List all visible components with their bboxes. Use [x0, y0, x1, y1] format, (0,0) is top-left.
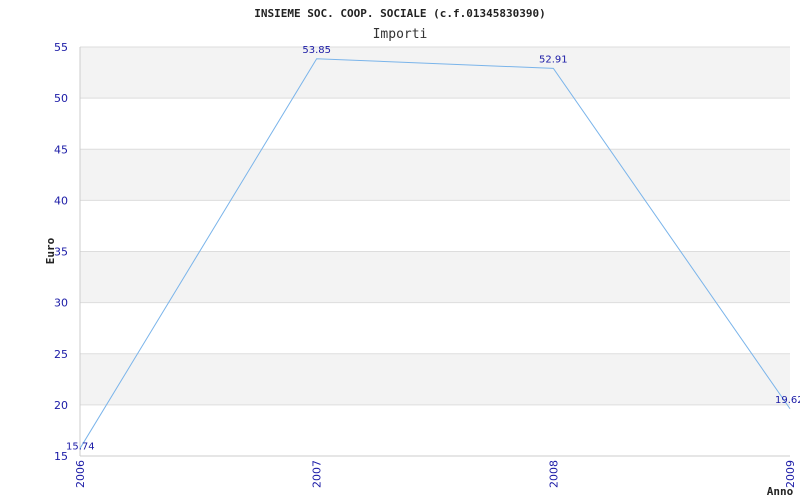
background-band	[80, 200, 790, 252]
x-tick-labels: 2006 2007 2008 2009	[74, 460, 797, 488]
chart-title: INSIEME SOC. COOP. SOCIALE (c.f.01345830…	[254, 7, 545, 20]
y-tick-label: 50	[54, 92, 68, 105]
data-label: 15.74	[66, 441, 95, 452]
background-band	[80, 98, 790, 150]
x-tick-label: 2009	[784, 460, 797, 488]
background-band	[80, 353, 790, 405]
y-tick-label: 30	[54, 297, 68, 310]
data-label: 19.62	[775, 395, 800, 406]
data-label: 53.85	[302, 45, 331, 56]
y-tick-label: 20	[54, 399, 68, 412]
x-tick-label: 2006	[74, 460, 87, 488]
x-axis-title: Anno	[767, 485, 794, 498]
background-band	[80, 302, 790, 354]
y-axis-title: Euro	[44, 237, 57, 264]
x-tick-label: 2008	[547, 460, 560, 488]
line-chart: 152025303540455055 2006 2007 2008 2009 15.7…	[44, 7, 800, 498]
y-tick-label: 25	[54, 348, 68, 361]
chart-subtitle: Importi	[373, 27, 428, 42]
y-tick-label: 40	[54, 194, 68, 207]
background-band	[80, 251, 790, 303]
y-tick-label: 55	[54, 41, 68, 54]
background-band	[80, 47, 790, 99]
y-tick-label: 45	[54, 143, 68, 156]
background-band	[80, 404, 790, 456]
data-label: 52.91	[539, 54, 568, 65]
x-tick-label: 2007	[311, 460, 324, 488]
background-band	[80, 149, 790, 201]
